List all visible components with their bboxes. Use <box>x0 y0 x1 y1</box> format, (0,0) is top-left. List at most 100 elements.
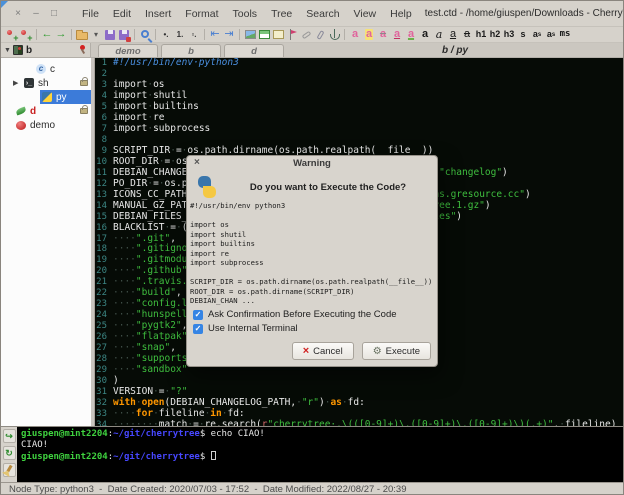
menu-help[interactable]: Help <box>383 8 419 20</box>
python-node-icon <box>42 92 52 102</box>
remove-format-icon[interactable]: a <box>376 27 390 43</box>
checkbox-ask-confirmation[interactable]: ✓Ask Confirmation Before Executing the C… <box>193 309 437 320</box>
execute-button[interactable]: ⚙ Execute <box>362 342 431 360</box>
code-preview-line: SCRIPT_DIR = os.path.dirname(os.path.rea… <box>190 277 435 287</box>
menu-insert[interactable]: Insert <box>138 8 178 20</box>
indent-right-icon[interactable]: ⇥ <box>222 27 236 43</box>
tree-item-d[interactable]: d <box>1 104 91 118</box>
terminal-insert-icon[interactable]: ↪ <box>3 429 16 443</box>
h1-icon[interactable]: h1 <box>474 27 488 43</box>
h3-icon[interactable]: h3 <box>502 27 516 43</box>
checkbox-use-internal-terminal[interactable]: ✓Use Internal Terminal <box>193 323 437 334</box>
toolbar-separator <box>36 29 37 40</box>
checkbox-check-icon: ✓ <box>193 310 203 320</box>
numbered-list-icon[interactable]: 1. <box>173 27 187 43</box>
window-corner-accent <box>1 1 8 8</box>
fg-color-icon[interactable]: a <box>348 27 362 43</box>
go-back-icon[interactable]: ← <box>40 27 54 43</box>
terminal-node-icon: ›_ <box>24 78 34 88</box>
menu-tools[interactable]: Tools <box>226 8 265 20</box>
close-button[interactable]: × <box>9 8 27 19</box>
underline-icon[interactable]: a <box>446 27 460 43</box>
strikethrough-icon[interactable]: a <box>460 27 474 43</box>
edit-link-icon[interactable] <box>313 27 327 43</box>
code-preview-line: import shutil <box>190 230 435 240</box>
cancel-label: Cancel <box>313 346 343 357</box>
tab-b[interactable]: b <box>161 44 221 57</box>
line-number: 7 <box>95 124 110 135</box>
window-controls: ×–□ <box>1 8 63 19</box>
dialog-checkboxes: ✓Ask Confirmation Before Executing the C… <box>187 307 437 334</box>
h2-icon[interactable]: h2 <box>488 27 502 43</box>
add-node-icon[interactable] <box>5 27 19 43</box>
bg-color-icon[interactable]: a <box>362 27 376 43</box>
cancel-button[interactable]: × Cancel <box>292 342 354 360</box>
insert-anchor-icon[interactable] <box>327 27 341 43</box>
terminal[interactable]: giuspen@mint2204:~/git/cherrytree$ echo … <box>17 427 623 482</box>
save-icon[interactable] <box>103 27 117 43</box>
checkbox-label: Use Internal Terminal <box>208 323 298 334</box>
bullet-list-icon[interactable]: •. <box>159 27 173 43</box>
insert-table-icon[interactable] <box>257 27 271 43</box>
line-number: 3 <box>95 80 110 91</box>
fg-style-icon[interactable]: a <box>390 27 404 43</box>
monospace-icon[interactable]: ms <box>558 27 572 43</box>
todo-list-icon[interactable]: ▫. <box>187 27 201 43</box>
add-subnode-icon[interactable] <box>19 27 33 43</box>
maximize-button[interactable]: □ <box>45 8 63 19</box>
line-number: 8 <box>95 135 110 146</box>
bold-icon[interactable]: a <box>418 27 432 43</box>
terminal-line: CIAO! <box>21 440 623 451</box>
italic-icon[interactable]: a <box>432 27 446 43</box>
terminal-clear-broom-icon[interactable] <box>3 463 16 477</box>
tab-demo[interactable]: demo <box>98 44 158 57</box>
line-number: 16 <box>95 223 110 234</box>
tree-item-sh[interactable]: ▶›_sh <box>1 76 91 90</box>
window-title: test.ctd - /home/giuspen/Downloads - Che… <box>425 8 624 19</box>
close-icon[interactable]: × <box>194 157 200 168</box>
menu-tree[interactable]: Tree <box>264 8 299 20</box>
tree-item-label: c <box>50 64 55 75</box>
toolbar-separator <box>239 29 240 40</box>
go-forward-icon[interactable]: → <box>54 27 68 43</box>
superscript-icon[interactable]: as <box>530 27 544 43</box>
dialog-title-bar: × Warning <box>187 156 437 171</box>
open-file-icon[interactable] <box>75 27 89 43</box>
menu-format[interactable]: Format <box>178 8 225 20</box>
c-node-icon: c <box>36 64 46 74</box>
tab-d[interactable]: d <box>224 44 284 57</box>
small-icon[interactable]: s <box>516 27 530 43</box>
tree-item-c[interactable]: cc <box>1 62 91 76</box>
line-number: 22 <box>95 288 110 299</box>
line-number: 27 <box>95 343 110 354</box>
tree-item-demo[interactable]: demo <box>1 118 91 132</box>
line-number: 10 <box>95 157 110 168</box>
open-dropdown-icon[interactable]: ▾ <box>89 27 103 43</box>
menu-search[interactable]: Search <box>299 8 346 20</box>
breadcrumb: b / py <box>287 43 623 57</box>
insert-image-icon[interactable] <box>243 27 257 43</box>
insert-codebox-icon[interactable] <box>271 27 285 43</box>
menu-view[interactable]: View <box>347 8 384 20</box>
save-as-icon[interactable] <box>117 27 131 43</box>
line-number: 17 <box>95 234 110 245</box>
terminal-restart-icon[interactable]: ↻ <box>3 446 16 460</box>
bg-style-icon[interactable]: a <box>404 27 418 43</box>
subscript-icon[interactable]: as <box>544 27 558 43</box>
line-number: 28 <box>95 354 110 365</box>
menu-file[interactable]: File <box>75 8 106 20</box>
line-number: 21 <box>95 277 110 288</box>
indent-left-icon[interactable]: ⇤ <box>208 27 222 43</box>
insert-flag-icon[interactable] <box>285 27 299 43</box>
insert-link-icon[interactable] <box>299 27 313 43</box>
lock-icon <box>80 108 88 114</box>
tree-item-py[interactable]: py <box>1 90 91 104</box>
menu-edit[interactable]: Edit <box>106 8 138 20</box>
minimize-button[interactable]: – <box>27 8 45 19</box>
find-icon[interactable] <box>138 27 152 43</box>
line-number: 12 <box>95 179 110 190</box>
line-number: 25 <box>95 321 110 332</box>
chevron-down-icon[interactable]: ▼ <box>4 47 11 54</box>
subheader: ▼ b demobd b / py <box>1 43 623 58</box>
tree-root-row[interactable]: ▼ b <box>1 43 91 57</box>
